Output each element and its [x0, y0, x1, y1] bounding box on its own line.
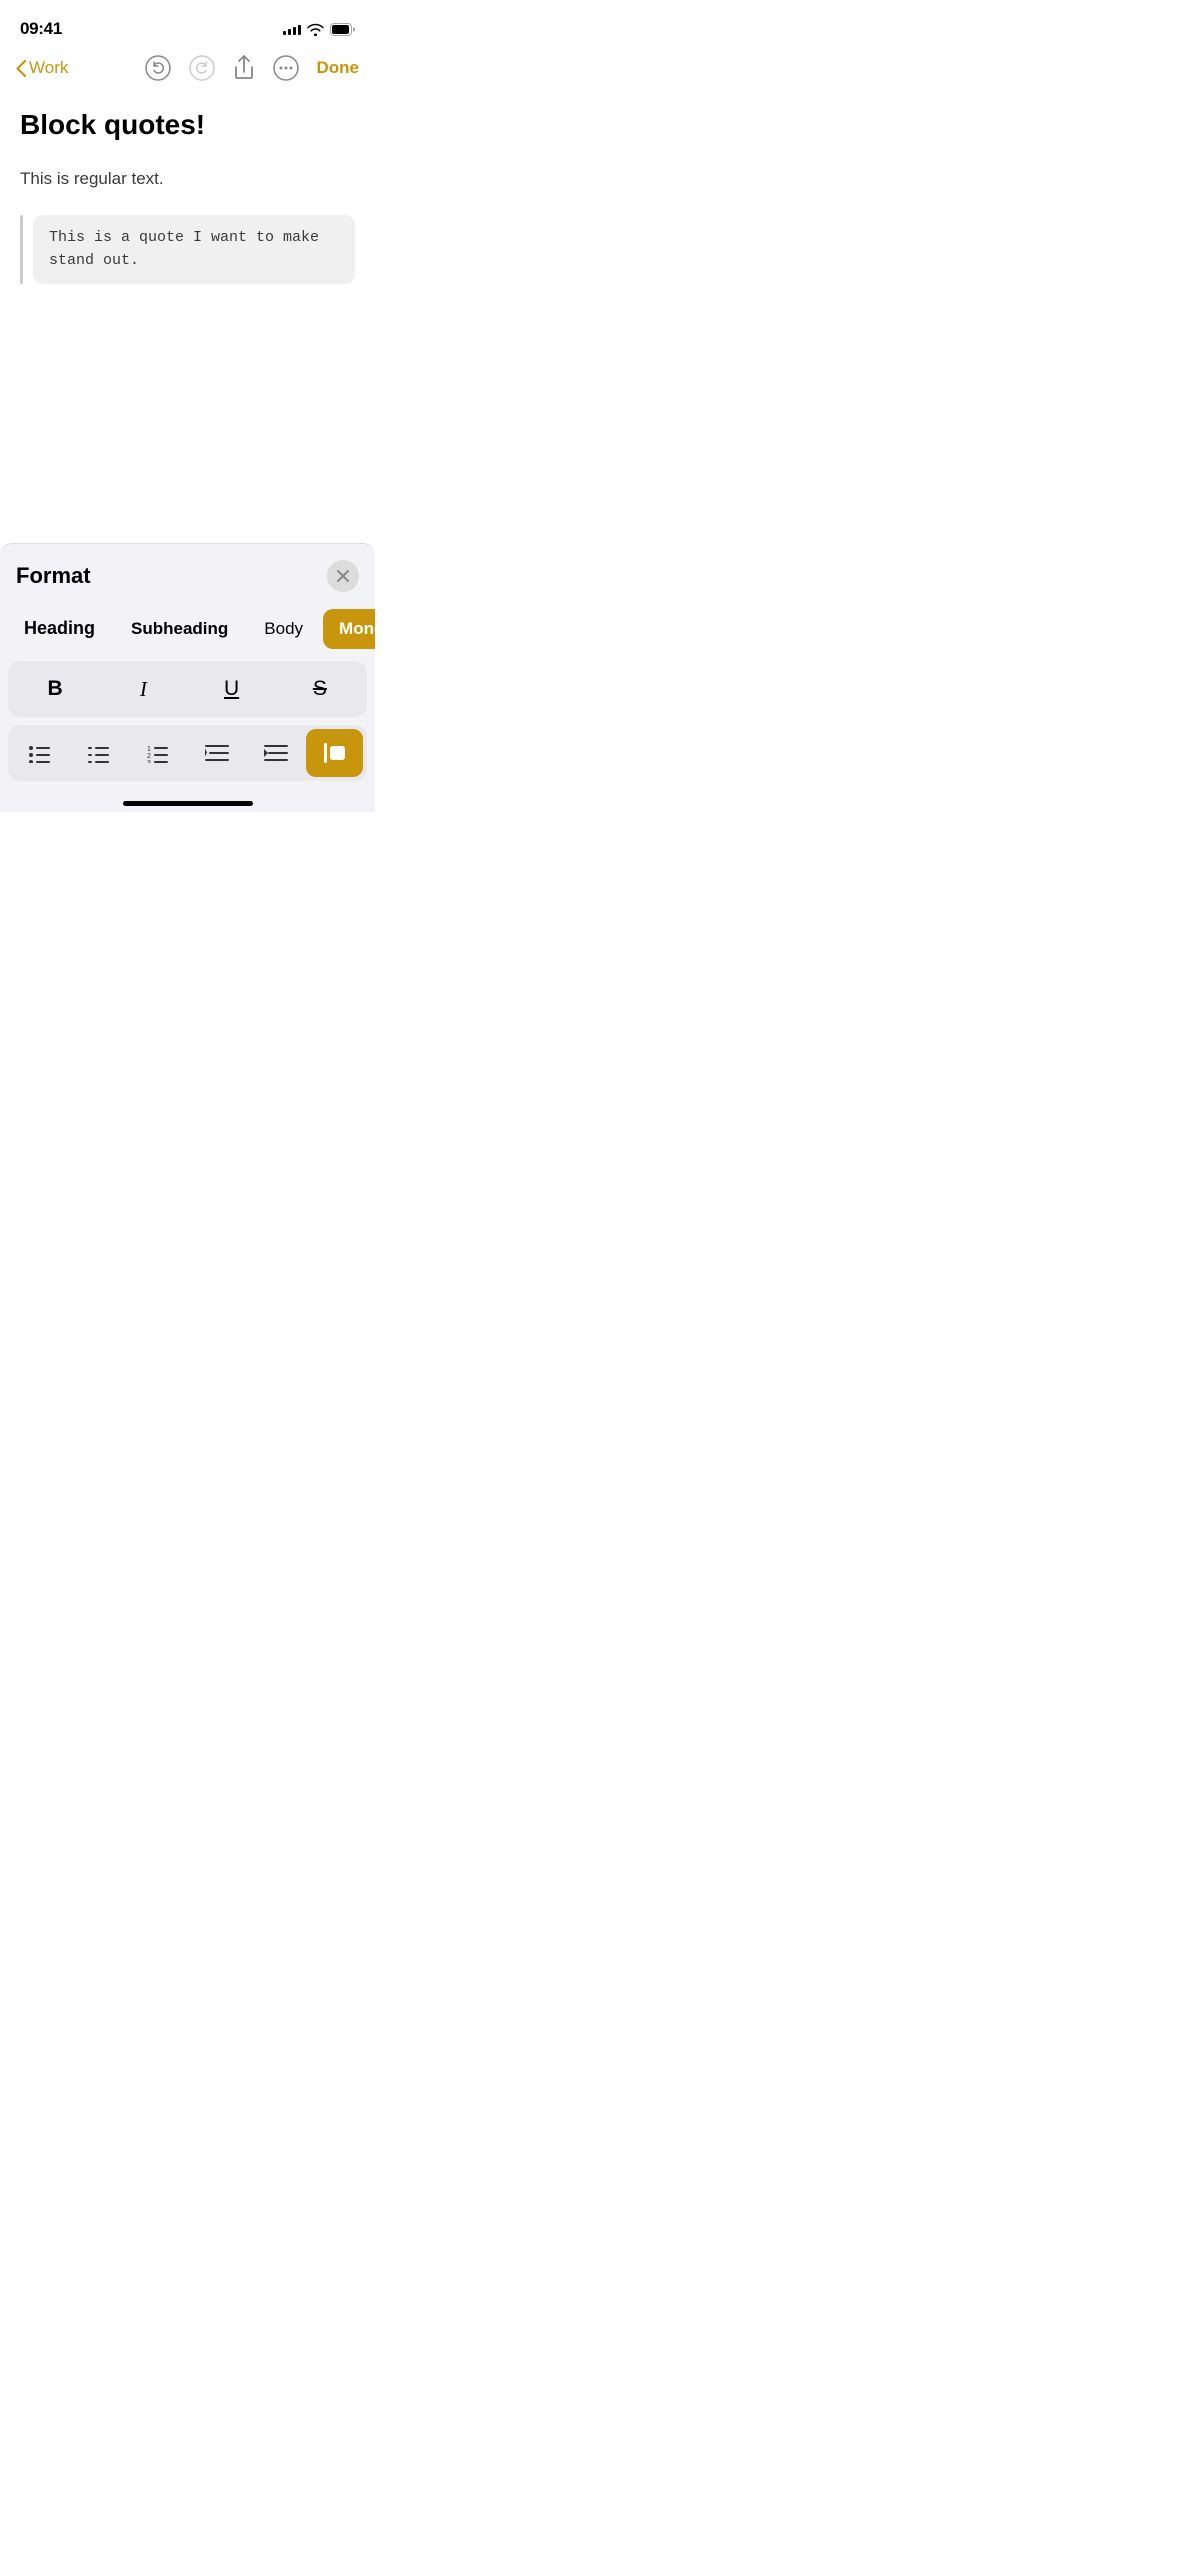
signal-bar-4: [298, 25, 301, 35]
status-bar: 09:41: [0, 0, 375, 44]
share-icon: [233, 55, 255, 81]
status-time: 09:41: [20, 19, 62, 39]
redo-button[interactable]: [189, 55, 215, 81]
italic-button[interactable]: I: [100, 665, 186, 713]
redo-icon: [189, 55, 215, 81]
format-close-button[interactable]: [327, 560, 359, 592]
nav-bar: Work: [0, 44, 375, 92]
back-button[interactable]: Work: [16, 58, 68, 78]
text-format-row: B I U S: [8, 661, 367, 717]
strikethrough-icon: S: [313, 677, 327, 701]
underline-icon: U: [224, 677, 239, 701]
bullet-list-button[interactable]: [12, 729, 69, 777]
chevron-left-icon: [16, 60, 26, 77]
signal-bars-icon: [283, 23, 301, 35]
outdent-icon: [205, 743, 229, 763]
more-button[interactable]: [273, 55, 299, 81]
format-panel: Format Heading Subheading Body Monostyle…: [0, 543, 375, 812]
style-subheading-button[interactable]: Subheading: [115, 609, 244, 649]
underline-button[interactable]: U: [189, 665, 275, 713]
document-content: Block quotes! This is regular text. This…: [0, 92, 375, 304]
undo-button[interactable]: [145, 55, 171, 81]
wifi-icon: [307, 23, 324, 36]
format-title: Format: [16, 563, 91, 589]
nav-right: Done: [145, 55, 360, 81]
strikethrough-button[interactable]: S: [277, 665, 363, 713]
document-body: This is regular text.: [20, 166, 355, 192]
style-monostyled-button[interactable]: Monostyled: [323, 609, 375, 649]
bold-icon: B: [48, 677, 63, 701]
bold-button[interactable]: B: [12, 665, 98, 713]
battery-icon: [330, 23, 355, 36]
svg-text:1: 1: [147, 746, 151, 753]
outdent-button[interactable]: [188, 729, 245, 777]
indent-icon: [264, 743, 288, 763]
bullet-list-icon: [28, 743, 52, 763]
style-heading-button[interactable]: Heading: [8, 608, 111, 649]
signal-bar-1: [283, 31, 286, 35]
more-icon: [273, 55, 299, 81]
undo-icon: [145, 55, 171, 81]
home-bar: [123, 801, 253, 806]
share-button[interactable]: [233, 55, 255, 81]
document-title: Block quotes!: [20, 108, 355, 142]
block-quote-bar: [20, 215, 23, 284]
style-body-button[interactable]: Body: [248, 609, 319, 649]
signal-bar-3: [293, 27, 296, 35]
svg-text:2: 2: [147, 753, 151, 760]
dash-list-button[interactable]: [71, 729, 128, 777]
status-icons: [283, 23, 355, 36]
numbered-list-icon: 1 2 3: [146, 743, 170, 763]
close-icon: [337, 570, 349, 582]
indent-button[interactable]: [247, 729, 304, 777]
list-format-row: 1 2 3: [8, 725, 367, 781]
home-indicator: [0, 793, 375, 812]
block-quote-text: This is a quote I want to make stand out…: [33, 215, 355, 284]
signal-bar-2: [288, 29, 291, 35]
back-label: Work: [29, 58, 68, 78]
block-quote-icon: [322, 742, 348, 764]
format-header: Format: [0, 560, 375, 608]
svg-text:3: 3: [147, 760, 151, 763]
block-quote-container: This is a quote I want to make stand out…: [20, 215, 355, 284]
nav-left: Work: [16, 58, 68, 78]
numbered-list-button[interactable]: 1 2 3: [130, 729, 187, 777]
done-button[interactable]: Done: [317, 58, 360, 78]
style-selector-row: Heading Subheading Body Monostyled: [0, 608, 375, 661]
dash-list-icon: [87, 743, 111, 763]
italic-icon: I: [140, 677, 147, 702]
block-quote-button[interactable]: [306, 729, 363, 777]
